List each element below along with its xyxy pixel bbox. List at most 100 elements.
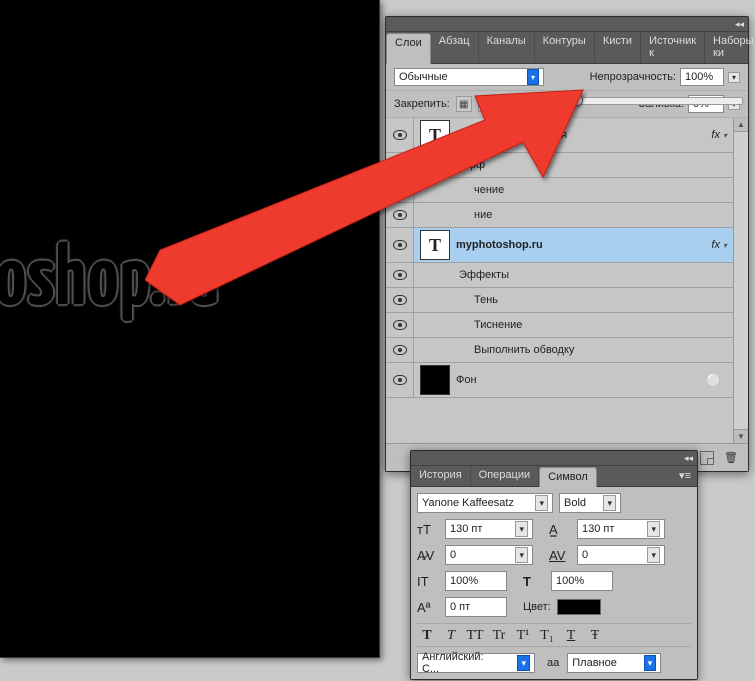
delete-layer-icon[interactable]: 🗑 bbox=[724, 448, 738, 467]
panel-drag-bar[interactable]: ◂◂ bbox=[411, 451, 697, 466]
style-strikethrough[interactable]: Ŧ bbox=[585, 628, 605, 644]
visibility-icon[interactable] bbox=[393, 295, 407, 305]
tab-brushes[interactable]: Кисти bbox=[595, 32, 641, 63]
effect-name: Тиснение bbox=[474, 319, 522, 331]
chevron-down-icon: ▾ bbox=[515, 547, 528, 563]
tab-clone-source[interactable]: Источник к bbox=[641, 32, 705, 63]
style-subscript[interactable]: T₁ bbox=[537, 628, 557, 644]
effects-row[interactable]: Эффекты bbox=[386, 263, 733, 288]
layer-name[interactable]: Фон bbox=[456, 374, 477, 386]
vertical-scrollbar[interactable]: ▲ ▼ bbox=[733, 118, 748, 443]
baseline-input[interactable]: 0 пт bbox=[445, 597, 507, 617]
font-size-input[interactable]: 130 пт ▾ bbox=[445, 519, 533, 539]
fill-slider-thumb[interactable] bbox=[571, 94, 583, 106]
style-italic[interactable]: T bbox=[441, 628, 461, 644]
tab-layers[interactable]: Слои bbox=[386, 33, 431, 64]
effect-item[interactable]: чение bbox=[386, 178, 733, 203]
collapse-icon[interactable]: ◂◂ bbox=[735, 19, 744, 30]
panel-drag-bar[interactable]: ◂◂ bbox=[386, 17, 748, 32]
layer-row[interactable]: T myphotoshop.ru копия fx▾ bbox=[386, 118, 733, 153]
vscale-input[interactable]: 100% bbox=[445, 571, 507, 591]
tracking-input[interactable]: 0 ▾ bbox=[577, 545, 665, 565]
tab-character[interactable]: Символ bbox=[539, 467, 597, 487]
lock-pixels-icon[interactable]: ✎ bbox=[478, 96, 494, 112]
leading-input[interactable]: 130 пт ▾ bbox=[577, 519, 665, 539]
fx-label: fx bbox=[711, 129, 720, 141]
character-panel: ◂◂ История Операции Символ ▾≡ Yanone Kaf… bbox=[410, 450, 698, 680]
tab-channels[interactable]: Каналы bbox=[479, 32, 535, 63]
tab-paths[interactable]: Контуры bbox=[535, 32, 595, 63]
effect-item[interactable]: Выполнить обводку bbox=[386, 338, 733, 363]
panel-tabs: История Операции Символ ▾≡ bbox=[411, 466, 697, 487]
layer-name[interactable]: myphotoshop.ru bbox=[456, 239, 543, 251]
layer-thumbnail[interactable]: T bbox=[420, 230, 450, 260]
visibility-icon[interactable] bbox=[393, 240, 407, 250]
language-select[interactable]: Английский: С... ▾ bbox=[417, 653, 535, 673]
visibility-icon[interactable] bbox=[393, 130, 407, 140]
language-value: Английский: С... bbox=[422, 651, 501, 675]
vscale-icon: IT bbox=[417, 574, 439, 589]
visibility-icon[interactable] bbox=[393, 345, 407, 355]
visibility-icon[interactable] bbox=[393, 210, 407, 220]
chevron-down-icon: ▾ bbox=[647, 547, 660, 563]
effect-item[interactable]: Тень bbox=[386, 288, 733, 313]
tab-brush-presets[interactable]: Наборы ки bbox=[705, 32, 755, 63]
visibility-icon[interactable] bbox=[393, 185, 407, 195]
collapse-icon[interactable]: ◂◂ bbox=[684, 453, 693, 464]
chevron-down-icon[interactable]: ▾ bbox=[723, 131, 727, 140]
layer-thumbnail[interactable]: T bbox=[420, 120, 450, 150]
scroll-up-icon[interactable]: ▲ bbox=[734, 118, 748, 132]
chevron-down-icon[interactable]: ▾ bbox=[728, 72, 740, 83]
effect-item[interactable]: ние bbox=[386, 203, 733, 228]
visibility-icon[interactable] bbox=[393, 270, 407, 280]
color-label: Цвет: bbox=[523, 601, 551, 613]
effect-item[interactable]: Тиснение bbox=[386, 313, 733, 338]
layer-name[interactable]: myphotoshop.ru копия bbox=[456, 129, 567, 141]
opacity-input[interactable]: 100% bbox=[680, 68, 724, 86]
font-style-select[interactable]: Bold ▾ bbox=[559, 493, 621, 513]
antialias-prefix: aa bbox=[547, 657, 559, 669]
layer-thumbnail[interactable] bbox=[420, 365, 450, 395]
layer-row[interactable]: T myphotoshop.ru fx▾ bbox=[386, 228, 733, 263]
scroll-down-icon[interactable]: ▼ bbox=[734, 429, 748, 443]
lock-label: Закрепить: bbox=[394, 98, 450, 110]
visibility-icon[interactable] bbox=[393, 320, 407, 330]
font-family-select[interactable]: Yanone Kaffeesatz ▾ bbox=[417, 493, 553, 513]
style-smallcaps[interactable]: Tr bbox=[489, 628, 509, 644]
chevron-down-icon[interactable]: ▾ bbox=[723, 241, 727, 250]
visibility-icon[interactable] bbox=[393, 160, 407, 170]
tracking-value: 0 bbox=[582, 549, 588, 561]
tab-history[interactable]: История bbox=[411, 466, 471, 486]
canvas-text: myphotoshop.ru bbox=[0, 240, 220, 324]
tab-actions[interactable]: Операции bbox=[471, 466, 539, 486]
chevron-down-icon: ▾ bbox=[603, 495, 616, 511]
chevron-down-icon: ▾ bbox=[527, 69, 539, 85]
lock-transparency-icon[interactable]: ▦ bbox=[456, 96, 472, 112]
effect-name: Выполнить обводку bbox=[474, 344, 574, 356]
lock-icon: ⚪ bbox=[706, 373, 721, 387]
lock-position-icon[interactable]: ✥ bbox=[500, 96, 516, 112]
leading-value: 130 пт bbox=[582, 523, 614, 535]
style-superscript[interactable]: T¹ bbox=[513, 628, 533, 644]
antialias-select[interactable]: Плавное ▾ bbox=[567, 653, 661, 673]
panel-menu-icon[interactable]: ▾≡ bbox=[673, 466, 697, 486]
lock-all-icon[interactable]: 🔒 bbox=[522, 96, 538, 112]
effects-label: Эффекты bbox=[459, 269, 509, 281]
blend-mode-select[interactable]: Обычные ▾ bbox=[394, 68, 544, 86]
effects-row[interactable]: Эфф bbox=[386, 153, 733, 178]
layer-row[interactable]: Фон ⚪ bbox=[386, 363, 733, 398]
color-swatch[interactable] bbox=[557, 599, 601, 615]
style-allcaps[interactable]: TT bbox=[465, 628, 485, 644]
kerning-icon: A̷V bbox=[417, 548, 439, 563]
baseline-icon: Aª bbox=[417, 600, 439, 615]
tab-paragraph[interactable]: Абзац bbox=[431, 32, 479, 63]
kerning-input[interactable]: 0 ▾ bbox=[445, 545, 533, 565]
new-layer-icon[interactable] bbox=[700, 448, 714, 467]
style-underline[interactable]: T bbox=[561, 628, 581, 644]
fill-slider[interactable] bbox=[575, 97, 743, 105]
type-styles-row: T T TT Tr T¹ T₁ T Ŧ bbox=[417, 623, 691, 647]
visibility-icon[interactable] bbox=[393, 375, 407, 385]
hscale-input[interactable]: 100% bbox=[551, 571, 613, 591]
canvas[interactable]: myphotoshop.ru bbox=[0, 0, 380, 658]
style-bold[interactable]: T bbox=[417, 628, 437, 644]
